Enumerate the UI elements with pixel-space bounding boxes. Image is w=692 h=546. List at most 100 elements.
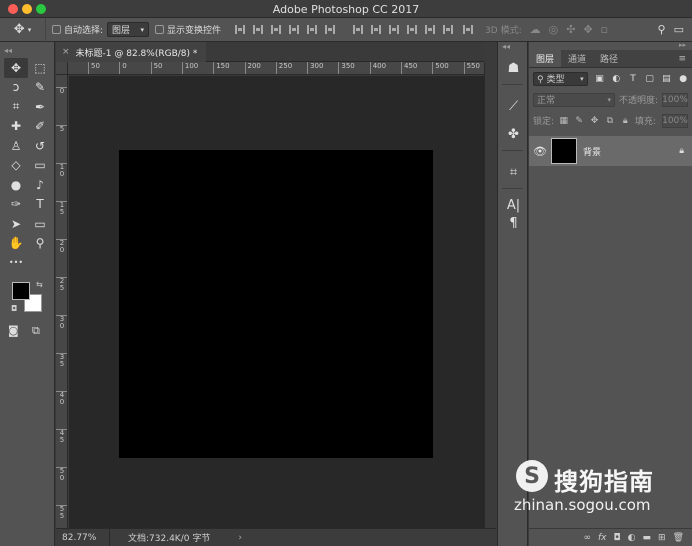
distribute-left-icon[interactable] [405, 23, 419, 37]
add-mask-icon[interactable]: ◘ [614, 533, 621, 543]
tab-channels[interactable]: 通道 [561, 50, 593, 67]
marquee-tool[interactable]: ⬚ [28, 58, 52, 78]
zoom-level[interactable]: 82.77% [56, 528, 110, 546]
auto-select-dropdown[interactable]: 图层 ▾ [107, 22, 150, 37]
eye-icon[interactable]: 👁︎ [529, 145, 551, 158]
quick-mask-icon[interactable]: ◙ [8, 324, 19, 337]
crop-panel-icon[interactable]: ⌗ [498, 158, 529, 186]
filter-shape-icon[interactable]: ▢ [645, 74, 655, 84]
horizontal-ruler[interactable]: 50 0 50 100 150 200 250 300 350 400 450 500 550 [68, 62, 484, 75]
dock-collapse-icon[interactable]: ◂◂ [498, 42, 527, 54]
history-brush-tool[interactable]: ↺ [28, 136, 52, 156]
lock-artboard-icon[interactable]: ⧉ [604, 116, 615, 126]
vertical-ruler[interactable]: 0 5 10 15 20 25 30 35 40 45 50 55 [56, 75, 68, 528]
scale-3d-icon[interactable]: ▫ [601, 23, 608, 36]
distribute-vcenter-icon[interactable] [369, 23, 383, 37]
hand-tool[interactable]: ✋ [4, 234, 28, 254]
character-panel-icon[interactable]: A| [498, 196, 529, 214]
quick-select-tool[interactable]: ✎ [28, 78, 52, 98]
filter-adjustment-icon[interactable]: ◐ [611, 74, 621, 84]
ruler-origin[interactable] [56, 62, 68, 75]
panel-menu-icon[interactable]: ≡ [678, 50, 692, 67]
document-canvas[interactable] [119, 150, 433, 458]
fill-input[interactable]: 100% [661, 113, 688, 128]
distribute-right-icon[interactable] [441, 23, 455, 37]
dodge-tool[interactable]: ♪ [28, 175, 52, 195]
foreground-color-swatch[interactable] [12, 282, 30, 300]
chevron-right-icon[interactable]: › [238, 533, 242, 543]
layer-filter-dropdown[interactable]: ⚲ 类型 ▾ [533, 71, 588, 86]
stamp-tool[interactable]: ♙ [4, 136, 28, 156]
ruler-h-label: 300 [307, 62, 323, 74]
tool-preset-picker[interactable]: ✥ ▾ [0, 17, 46, 42]
filter-smart-object-icon[interactable]: ▤ [662, 74, 672, 84]
pen-tool[interactable]: ✑ [4, 195, 28, 215]
auto-select-checkbox[interactable] [52, 25, 61, 34]
default-colors-icon[interactable]: ◘ [11, 304, 17, 313]
panel-collapse-icon[interactable]: ◂◂ [0, 42, 54, 58]
layer-row[interactable]: 👁︎ 背景 🔒︎ [529, 136, 692, 166]
panel-collapse-icon[interactable]: ▸▸ [529, 42, 692, 50]
brush-tool[interactable]: ✐ [28, 117, 52, 137]
healing-tool[interactable]: ✚ [4, 117, 28, 137]
swap-colors-icon[interactable]: ⇆ [36, 280, 43, 289]
blend-mode-dropdown[interactable]: 正常 ▾ [533, 92, 615, 107]
eyedropper-tool[interactable]: ✒ [28, 97, 52, 117]
more-tools[interactable]: ••• [4, 253, 28, 273]
lock-all-icon[interactable]: 🔒︎ [620, 116, 631, 126]
search-icon[interactable]: ⚲ [658, 23, 666, 36]
slide-3d-icon[interactable]: ✥ [583, 23, 592, 36]
close-icon[interactable]: × [62, 47, 70, 57]
path-select-tool[interactable]: ➤ [4, 214, 28, 234]
lasso-tool[interactable]: ↄ [4, 78, 28, 98]
filter-pixel-icon[interactable]: ▣ [595, 74, 605, 84]
align-bottom-icon[interactable] [269, 23, 283, 37]
status-bar: 82.77% 文档:732.4K/0 字节 › [56, 528, 496, 546]
adjustments-panel-icon[interactable]: ⟋ [498, 92, 529, 120]
paragraph-panel-icon[interactable]: ¶ [498, 214, 529, 232]
layer-style-icon[interactable]: fx [598, 533, 607, 543]
document-tab[interactable]: × 未标题-1 @ 82.8%(RGB/8) * [56, 42, 206, 62]
distribute-hcenter-icon[interactable] [423, 23, 437, 37]
eraser-tool[interactable]: ◇ [4, 156, 28, 176]
filter-type-icon[interactable]: T [628, 74, 638, 84]
auto-align-icon[interactable] [461, 23, 475, 37]
move-tool[interactable]: ✥ [4, 58, 28, 78]
blur-tool[interactable]: ● [4, 175, 28, 195]
workspace-icon[interactable]: ▭ [674, 23, 684, 36]
opacity-input[interactable]: 100% [662, 92, 688, 107]
align-top-icon[interactable] [233, 23, 247, 37]
lock-image-icon[interactable]: ✎ [573, 116, 584, 126]
gradient-tool[interactable]: ▭ [28, 156, 52, 176]
canvas-area[interactable] [69, 76, 484, 528]
properties-panel-icon[interactable]: ✤ [498, 120, 529, 148]
opacity-label: 不透明度: [618, 96, 658, 106]
orbit-3d-icon[interactable]: ☁ [530, 23, 541, 36]
lock-position-icon[interactable]: ✥ [589, 116, 600, 126]
lock-transparent-icon[interactable]: ▦ [558, 116, 569, 126]
trash-icon[interactable]: 🗑︎ [673, 533, 684, 543]
link-layers-icon[interactable]: ∞ [584, 533, 592, 543]
align-right-icon[interactable] [323, 23, 337, 37]
screen-mode-icon[interactable]: ⧉ [32, 324, 40, 338]
new-group-icon[interactable]: ▬ [643, 533, 652, 543]
align-hcenter-icon[interactable] [305, 23, 319, 37]
learn-panel-icon[interactable]: ☗ [498, 54, 529, 82]
new-layer-icon[interactable]: ⊞ [658, 533, 666, 543]
tab-layers[interactable]: 图层 [529, 50, 562, 67]
distribute-top-icon[interactable] [351, 23, 365, 37]
drag-3d-icon[interactable]: ✣ [566, 23, 575, 36]
align-left-icon[interactable] [287, 23, 301, 37]
roll-3d-icon[interactable]: ◎ [549, 23, 559, 36]
vertical-scrollbar[interactable] [484, 62, 496, 528]
filter-toggle-icon[interactable]: ● [678, 74, 688, 84]
distribute-bottom-icon[interactable] [387, 23, 401, 37]
align-vcenter-icon[interactable] [251, 23, 265, 37]
tab-paths[interactable]: 路径 [593, 50, 625, 67]
show-transform-checkbox[interactable] [155, 25, 165, 34]
zoom-tool[interactable]: ⚲ [28, 234, 52, 254]
crop-tool[interactable]: ⌗ [4, 97, 28, 117]
rectangle-tool[interactable]: ▭ [28, 214, 52, 234]
type-tool[interactable]: T [28, 195, 52, 215]
new-adjustment-icon[interactable]: ◐ [628, 533, 636, 543]
